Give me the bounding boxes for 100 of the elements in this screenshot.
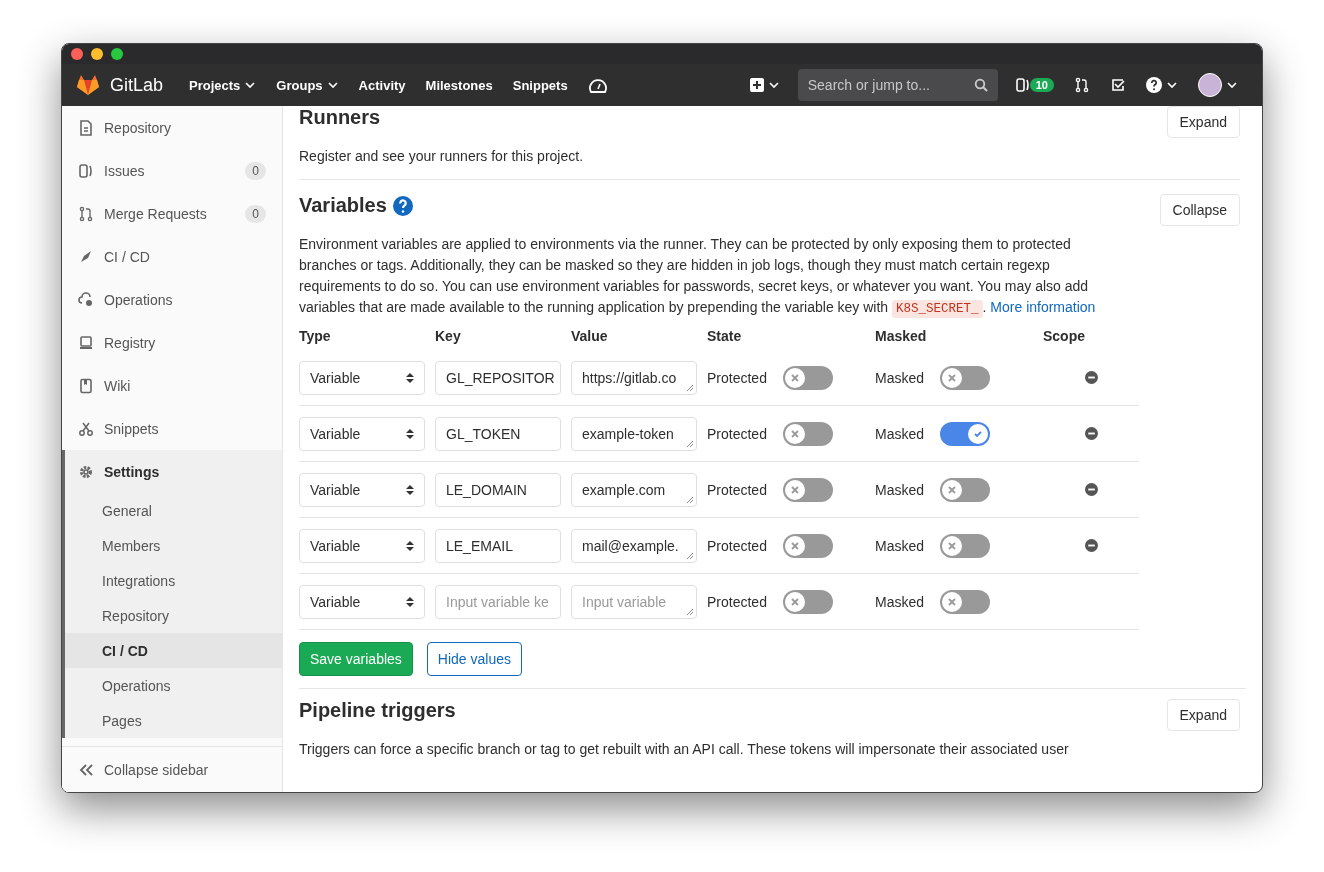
sidebar-subitem[interactable]: Pages bbox=[65, 703, 282, 738]
caret-icon bbox=[1166, 79, 1178, 91]
toggle-switch[interactable] bbox=[782, 533, 833, 558]
x-icon bbox=[790, 373, 799, 382]
laptop-icon bbox=[78, 334, 94, 351]
key-input[interactable]: LE_DOMAIN bbox=[435, 472, 561, 507]
toggle-switch[interactable] bbox=[940, 589, 991, 614]
issues-icon bbox=[1015, 77, 1030, 93]
key-input[interactable]: GL_TOKEN bbox=[435, 416, 561, 451]
column-header: Scope bbox=[1043, 328, 1086, 344]
key-input[interactable]: GL_REPOSITOR bbox=[435, 360, 561, 395]
type-select[interactable]: Variable bbox=[299, 416, 425, 451]
toggle-switch[interactable] bbox=[940, 365, 991, 390]
type-select[interactable]: Variable bbox=[299, 472, 425, 507]
toggle-switch[interactable] bbox=[782, 589, 833, 614]
toggle-switch[interactable] bbox=[782, 421, 833, 446]
sidebar-item[interactable]: Repository bbox=[62, 106, 282, 149]
section-description: Environment variables are applied to environments via the runner. They can be protected by only exposing them to protected branches or tags. Additionally, they can be masked so they are hidden in job logs, though they must match certain regexp requirements to do so. You can use environment variables for passwords, secret keys, or whatever you want. You may also add variables that are made available to the running application by prepending the variable key with K8S_SECRET_ . More information bbox=[299, 235, 1097, 320]
hide-values-button[interactable]: Hide values bbox=[426, 642, 522, 676]
section-description: Register and see your runners for this project. bbox=[299, 147, 585, 166]
more-information-link[interactable]: More information bbox=[990, 299, 1096, 315]
count-badge: 0 bbox=[245, 161, 266, 180]
resize-handle-icon[interactable] bbox=[686, 551, 694, 560]
brand-name[interactable]: GitLab bbox=[110, 74, 164, 96]
search-icon bbox=[973, 78, 988, 92]
x-icon bbox=[948, 541, 957, 550]
toggle-switch[interactable] bbox=[940, 533, 991, 558]
toggle-switch[interactable] bbox=[782, 477, 833, 502]
nav-link[interactable]: Milestones bbox=[415, 77, 503, 93]
avatar bbox=[1198, 73, 1222, 97]
section-description: Triggers can force a specific branch or tag to get rebuilt with an API call. These tokens will impersonate their associated user bbox=[299, 740, 1070, 759]
collapse-sidebar-button[interactable]: Collapse sidebar bbox=[62, 746, 282, 792]
value-input[interactable]: https://gitlab.co bbox=[571, 360, 697, 395]
help-icon[interactable] bbox=[392, 195, 413, 216]
sidebar-item[interactable]: Merge Requests 0 bbox=[62, 192, 282, 235]
fox-logo-icon[interactable] bbox=[76, 74, 100, 96]
up-down-arrows-icon bbox=[406, 483, 414, 496]
value-input[interactable]: example.com bbox=[571, 472, 697, 507]
double-chevron-icon bbox=[78, 762, 94, 777]
todo-icon[interactable] bbox=[1110, 77, 1126, 93]
sidebar-subitem[interactable]: Repository bbox=[65, 598, 282, 633]
x-icon bbox=[948, 597, 957, 606]
x-icon bbox=[790, 429, 799, 438]
value-input[interactable]: example-token bbox=[571, 416, 697, 451]
type-select[interactable]: Variable bbox=[299, 584, 425, 619]
search-field[interactable]: Search or jump to... bbox=[797, 69, 998, 101]
remove-icon[interactable] bbox=[1084, 539, 1098, 552]
minimize-window-button[interactable] bbox=[91, 48, 103, 60]
sidebar-subitem[interactable]: Operations bbox=[65, 668, 282, 703]
protected-label: Protected bbox=[707, 593, 767, 610]
merge-request-icon[interactable] bbox=[1074, 77, 1090, 93]
close-window-button[interactable] bbox=[71, 48, 83, 60]
nav-link[interactable]: Groups bbox=[266, 77, 349, 93]
resize-handle-icon[interactable] bbox=[686, 383, 694, 392]
remove-icon[interactable] bbox=[1084, 371, 1098, 384]
sidebar-item[interactable]: Registry bbox=[62, 321, 282, 364]
sidebar-subitem[interactable]: Members bbox=[65, 528, 282, 563]
gauge-icon[interactable] bbox=[587, 76, 608, 94]
value-input[interactable]: mail@example. bbox=[571, 528, 697, 563]
sidebar-item[interactable]: Snippets bbox=[62, 407, 282, 450]
protected-label: Protected bbox=[707, 537, 767, 554]
up-down-arrows-icon bbox=[406, 371, 414, 384]
count-badge: 0 bbox=[245, 204, 266, 223]
toggle-switch[interactable] bbox=[940, 421, 991, 446]
type-select[interactable]: Variable bbox=[299, 528, 425, 563]
protected-label: Protected bbox=[707, 369, 767, 386]
caret-icon bbox=[1226, 79, 1238, 91]
nav-link[interactable]: Projects bbox=[179, 77, 267, 93]
remove-icon[interactable] bbox=[1084, 427, 1098, 440]
help-icon bbox=[1146, 77, 1162, 93]
toggle-switch[interactable] bbox=[782, 365, 833, 390]
key-input[interactable]: LE_EMAIL bbox=[435, 528, 561, 563]
expand-button[interactable]: Expand bbox=[1166, 106, 1240, 138]
sidebar-item[interactable]: Wiki bbox=[62, 364, 282, 407]
sidebar-item[interactable]: Issues 0 bbox=[62, 149, 282, 192]
resize-handle-icon[interactable] bbox=[686, 439, 694, 448]
resize-handle-icon[interactable] bbox=[686, 607, 694, 616]
resize-handle-icon[interactable] bbox=[686, 495, 694, 504]
column-header: Value bbox=[571, 328, 609, 344]
caret-icon bbox=[767, 79, 780, 91]
collapse-button[interactable]: Collapse bbox=[1159, 194, 1240, 226]
sidebar-subitem[interactable]: CI / CD bbox=[65, 633, 282, 668]
protected-label: Protected bbox=[707, 425, 767, 442]
x-icon bbox=[790, 485, 799, 494]
zoom-window-button[interactable] bbox=[111, 48, 123, 60]
sidebar-item[interactable]: CI / CD bbox=[62, 235, 282, 278]
nav-link[interactable]: Activity bbox=[348, 77, 416, 93]
toggle-switch[interactable] bbox=[940, 477, 991, 502]
expand-button[interactable]: Expand bbox=[1166, 699, 1240, 731]
type-select[interactable]: Variable bbox=[299, 360, 425, 395]
remove-icon[interactable] bbox=[1084, 483, 1098, 496]
nav-link[interactable]: Snippets bbox=[502, 77, 578, 93]
sidebar-item[interactable]: Settings bbox=[62, 450, 282, 493]
masked-label: Masked bbox=[875, 481, 925, 498]
sidebar-subitem[interactable]: General bbox=[65, 493, 282, 528]
sidebar-item[interactable]: Operations bbox=[62, 278, 282, 321]
merge-request-icon bbox=[78, 205, 94, 222]
column-header: State bbox=[707, 328, 743, 344]
book-icon bbox=[78, 377, 94, 394]
sidebar-subitem[interactable]: Integrations bbox=[65, 563, 282, 598]
